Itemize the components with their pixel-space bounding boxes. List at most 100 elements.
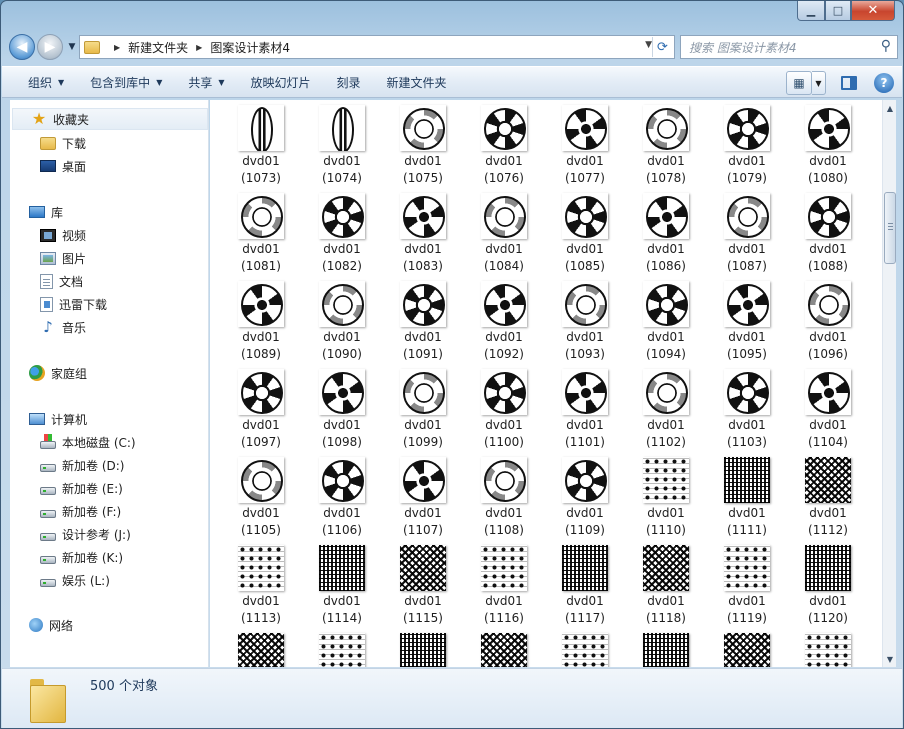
file-item[interactable]: dvd01 (1097) — [225, 364, 297, 450]
burn-button[interactable]: 刻录 — [337, 74, 361, 91]
search-icon[interactable]: ⚲ — [881, 38, 891, 54]
maximize-button[interactable]: □ — [825, 1, 851, 21]
scroll-down-arrow-icon[interactable]: ▼ — [883, 651, 897, 667]
sidebar-item-thunder-downloads[interactable]: 迅雷下载 — [40, 293, 107, 315]
sidebar-item-videos[interactable]: 视频 — [40, 224, 86, 246]
chevron-right-icon[interactable]: ▶ — [196, 43, 202, 52]
sidebar-item-drive-k[interactable]: 新加卷 (K:) — [40, 546, 123, 568]
forward-button[interactable]: ▶ — [37, 34, 63, 60]
file-item[interactable]: dvd01 (1077) — [549, 100, 621, 186]
file-item[interactable]: dvd01 (1101) — [549, 364, 621, 450]
file-item[interactable]: dvd01 (1099) — [387, 364, 459, 450]
file-item[interactable] — [711, 628, 783, 667]
file-item[interactable]: dvd01 (1078) — [630, 100, 702, 186]
file-item[interactable]: dvd01 (1116) — [468, 540, 540, 626]
file-item[interactable]: dvd01 (1082) — [306, 188, 378, 274]
sidebar-item-pictures[interactable]: 图片 — [40, 247, 86, 269]
scroll-up-arrow-icon[interactable]: ▲ — [883, 100, 897, 116]
file-item[interactable]: dvd01 (1115) — [387, 540, 459, 626]
close-button[interactable]: ✕ — [851, 1, 895, 21]
file-item[interactable]: dvd01 (1075) — [387, 100, 459, 186]
file-item[interactable]: dvd01 (1106) — [306, 452, 378, 538]
file-item[interactable] — [549, 628, 621, 667]
file-item[interactable]: dvd01 (1074) — [306, 100, 378, 186]
file-item[interactable]: dvd01 (1103) — [711, 364, 783, 450]
sidebar-item-computer[interactable]: 计算机 — [29, 408, 87, 430]
sidebar-item-downloads[interactable]: 下载 — [40, 132, 86, 154]
file-item[interactable]: dvd01 (1111) — [711, 452, 783, 538]
file-item[interactable]: dvd01 (1090) — [306, 276, 378, 362]
file-item[interactable]: dvd01 (1112) — [792, 452, 864, 538]
file-item[interactable]: dvd01 (1110) — [630, 452, 702, 538]
file-item[interactable]: dvd01 (1119) — [711, 540, 783, 626]
file-item[interactable] — [630, 628, 702, 667]
file-item[interactable]: dvd01 (1098) — [306, 364, 378, 450]
view-options-dropdown[interactable]: ▼ — [812, 71, 826, 95]
sidebar-item-documents[interactable]: 文档 — [40, 270, 83, 292]
chevron-right-icon[interactable]: ▶ — [114, 43, 120, 52]
file-item[interactable]: dvd01 (1081) — [225, 188, 297, 274]
sidebar-item-network[interactable]: 网络 — [29, 614, 73, 636]
sidebar-item-libraries[interactable]: 库 — [29, 201, 63, 223]
share-menu[interactable]: 共享 ▼ — [188, 74, 224, 91]
file-item[interactable] — [468, 628, 540, 667]
sidebar-item-drive-f[interactable]: 新加卷 (F:) — [40, 500, 121, 522]
file-item[interactable]: dvd01 (1093) — [549, 276, 621, 362]
file-item[interactable]: dvd01 (1120) — [792, 540, 864, 626]
file-item[interactable]: dvd01 (1088) — [792, 188, 864, 274]
file-item[interactable]: dvd01 (1087) — [711, 188, 783, 274]
file-item[interactable]: dvd01 (1104) — [792, 364, 864, 450]
file-item[interactable]: dvd01 (1102) — [630, 364, 702, 450]
sidebar-item-drive-e[interactable]: 新加卷 (E:) — [40, 477, 123, 499]
file-item[interactable]: dvd01 (1096) — [792, 276, 864, 362]
file-item[interactable]: dvd01 (1091) — [387, 276, 459, 362]
file-item[interactable]: dvd01 (1089) — [225, 276, 297, 362]
sidebar-item-homegroup[interactable]: 家庭组 — [29, 362, 87, 384]
file-item[interactable]: dvd01 (1118) — [630, 540, 702, 626]
organize-menu[interactable]: 组织 ▼ — [28, 74, 64, 91]
file-item[interactable] — [306, 628, 378, 667]
include-in-library-menu[interactable]: 包含到库中 ▼ — [90, 74, 162, 91]
file-item[interactable]: dvd01 (1105) — [225, 452, 297, 538]
back-button[interactable]: ◀ — [9, 34, 35, 60]
sidebar-item-desktop[interactable]: 桌面 — [40, 155, 86, 177]
new-folder-button[interactable]: 新建文件夹 — [387, 74, 447, 91]
recent-pages-dropdown[interactable]: ▼ — [65, 42, 79, 52]
file-item[interactable]: dvd01 (1083) — [387, 188, 459, 274]
slideshow-button[interactable]: 放映幻灯片 — [251, 74, 311, 91]
sidebar-item-music[interactable]: ♪ 音乐 — [40, 316, 86, 338]
address-dropdown-icon[interactable]: ▼ — [645, 40, 652, 50]
sidebar-item-favorites[interactable]: ★ 收藏夹 — [12, 108, 208, 130]
address-bar[interactable]: ▶ 新建文件夹 ▶ 图案设计素材4 ▼ ⟳ — [79, 35, 675, 59]
file-item[interactable]: dvd01 (1086) — [630, 188, 702, 274]
file-item[interactable]: dvd01 (1114) — [306, 540, 378, 626]
file-item[interactable] — [225, 628, 297, 667]
file-item[interactable]: dvd01 (1073) — [225, 100, 297, 186]
file-item[interactable]: dvd01 (1109) — [549, 452, 621, 538]
file-item[interactable]: dvd01 (1107) — [387, 452, 459, 538]
vertical-scrollbar[interactable]: ▲ ▼ — [882, 100, 896, 667]
refresh-button[interactable]: ⟳ — [652, 37, 672, 57]
file-item[interactable] — [387, 628, 459, 667]
file-item[interactable]: dvd01 (1117) — [549, 540, 621, 626]
breadcrumb-new-folder[interactable]: 新建文件夹 — [128, 39, 188, 56]
sidebar-item-drive-j[interactable]: 设计参考 (J:) — [40, 523, 131, 545]
scrollbar-thumb[interactable] — [884, 192, 896, 264]
file-item[interactable]: dvd01 (1092) — [468, 276, 540, 362]
file-item[interactable]: dvd01 (1085) — [549, 188, 621, 274]
minimize-button[interactable]: ▁ — [797, 1, 825, 21]
sidebar-item-drive-d[interactable]: 新加卷 (D:) — [40, 454, 124, 476]
file-item[interactable]: dvd01 (1113) — [225, 540, 297, 626]
file-item[interactable]: dvd01 (1095) — [711, 276, 783, 362]
change-view-button[interactable]: ▦ — [786, 71, 812, 95]
file-item[interactable]: dvd01 (1108) — [468, 452, 540, 538]
file-item[interactable]: dvd01 (1094) — [630, 276, 702, 362]
search-input[interactable]: 搜索 图案设计素材4 ⚲ — [680, 35, 898, 59]
sidebar-item-drive-c[interactable]: 本地磁盘 (C:) — [40, 431, 136, 453]
preview-pane-button[interactable] — [838, 72, 860, 94]
file-item[interactable]: dvd01 (1080) — [792, 100, 864, 186]
file-item[interactable]: dvd01 (1100) — [468, 364, 540, 450]
file-item[interactable]: dvd01 (1079) — [711, 100, 783, 186]
file-item[interactable]: dvd01 (1076) — [468, 100, 540, 186]
file-item[interactable]: dvd01 (1084) — [468, 188, 540, 274]
